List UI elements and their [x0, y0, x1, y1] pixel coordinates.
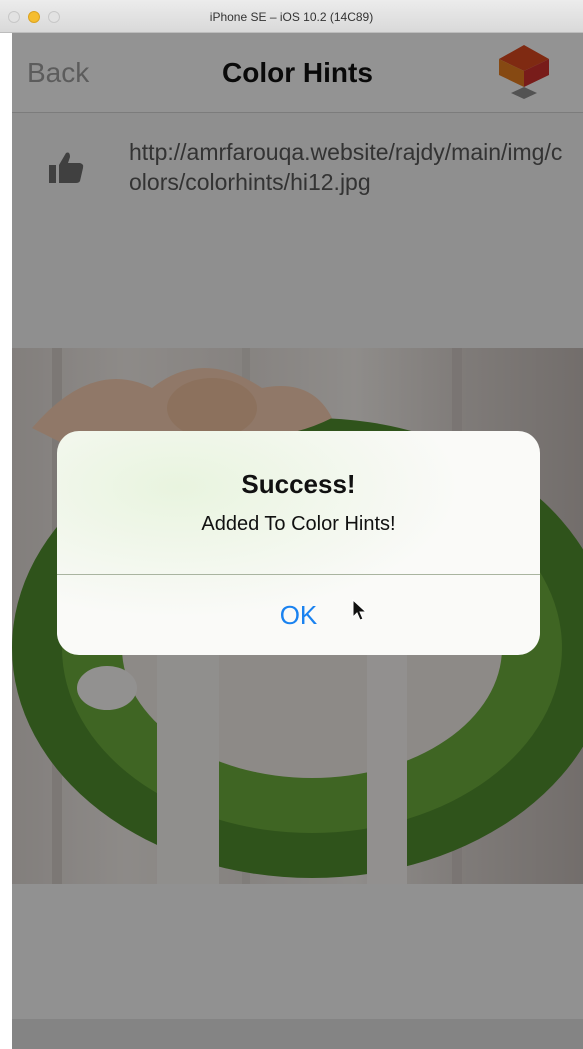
- simulator-title-bar: iPhone SE – iOS 10.2 (14C89): [0, 0, 583, 33]
- alert-message: Added To Color Hints!: [201, 513, 396, 535]
- window-title: iPhone SE – iOS 10.2 (14C89): [209, 10, 374, 24]
- ok-button[interactable]: OK: [57, 575, 540, 655]
- simulator-screen: Back Color Hints http://amrfarouqa.websi…: [12, 33, 583, 1049]
- alert-title: Success!: [241, 469, 356, 499]
- success-alert: Success! Added To Color Hints! OK: [57, 431, 540, 655]
- mouse-cursor-icon: [352, 599, 368, 621]
